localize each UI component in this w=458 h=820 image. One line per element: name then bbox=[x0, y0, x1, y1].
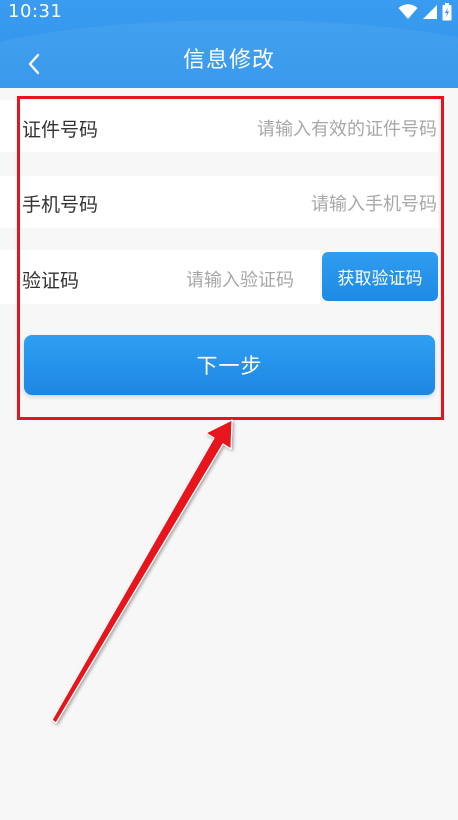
screen: 10:31 信息修改 证件号码 请输入有效的证件号码 手机号码 请输入手机号码 … bbox=[0, 0, 458, 820]
get-code-button[interactable]: 获取验证码 bbox=[322, 252, 438, 301]
next-button[interactable]: 下一步 bbox=[24, 335, 435, 395]
id-number-input[interactable]: 请输入有效的证件号码 bbox=[257, 115, 437, 141]
status-time: 10:31 bbox=[8, 1, 63, 22]
verification-code-input[interactable]: 请输入验证码 bbox=[186, 266, 294, 292]
verification-code-label: 验证码 bbox=[22, 270, 80, 292]
phone-input[interactable]: 请输入手机号码 bbox=[311, 190, 437, 216]
status-icons bbox=[398, 3, 452, 21]
header-bar: 10:31 信息修改 bbox=[0, 0, 458, 88]
id-number-row[interactable]: 证件号码 请输入有效的证件号码 bbox=[0, 100, 438, 152]
phone-label: 手机号码 bbox=[22, 194, 99, 216]
signal-icon bbox=[423, 5, 437, 19]
wifi-icon bbox=[398, 4, 418, 19]
phone-row[interactable]: 手机号码 请输入手机号码 bbox=[0, 176, 438, 228]
verification-code-row[interactable]: 验证码 请输入验证码 bbox=[0, 250, 320, 304]
battery-icon bbox=[442, 3, 452, 21]
page-title: 信息修改 bbox=[182, 48, 275, 73]
id-number-label: 证件号码 bbox=[22, 119, 99, 141]
annotation-arrow-shape bbox=[51, 419, 233, 724]
